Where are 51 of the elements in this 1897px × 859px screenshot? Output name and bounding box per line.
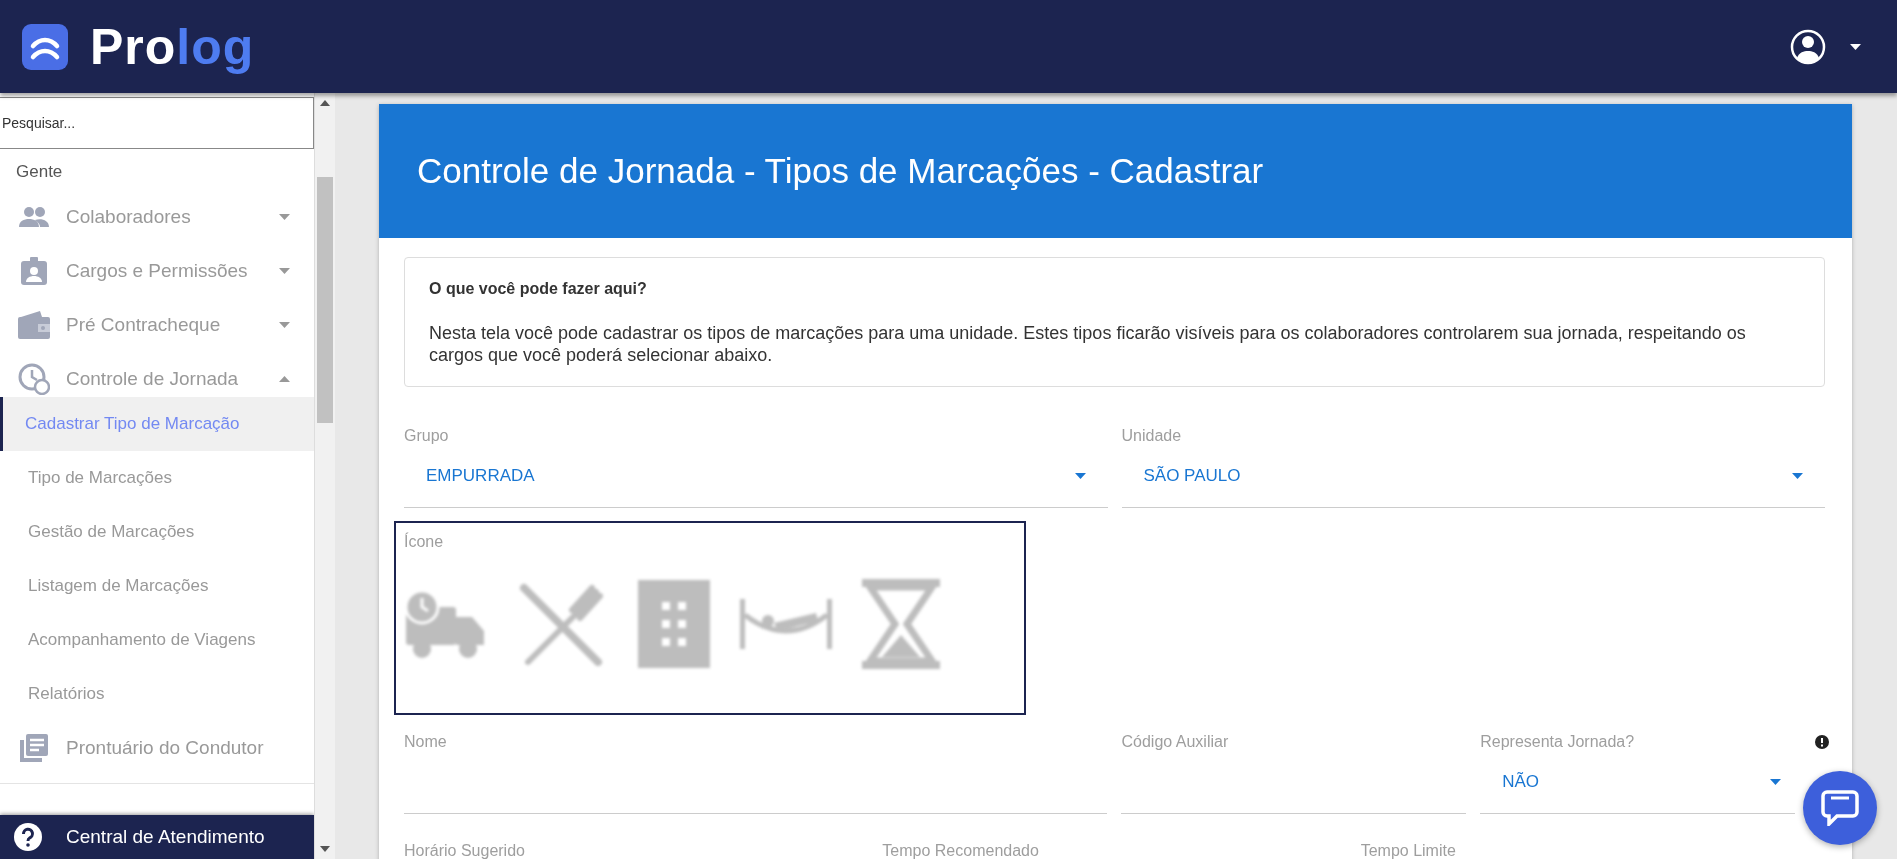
scroll-up-icon[interactable] <box>320 100 330 106</box>
info-icon[interactable] <box>1815 735 1829 749</box>
chat-button[interactable] <box>1803 771 1877 845</box>
clock-icon <box>18 363 50 395</box>
caret-icon <box>1770 779 1781 785</box>
hammock-icon[interactable] <box>740 599 832 649</box>
caret-icon <box>1074 473 1086 479</box>
field-label: Tempo Limite <box>1360 842 1456 859</box>
document-icon <box>20 734 48 762</box>
nav-item[interactable]: Colaboradores <box>0 190 314 244</box>
field-label: Horário Sugerido <box>404 842 525 859</box>
nav-subitem[interactable]: Gestão de Marcações <box>0 505 314 559</box>
select-field[interactable]: NÃO <box>1480 751 1795 814</box>
search-field[interactable]: Pesquisar... <box>0 97 314 149</box>
wallet-icon <box>18 311 50 339</box>
icon-picker[interactable]: Ícone <box>394 521 1026 715</box>
select-field[interactable]: EMPURRADA <box>404 445 1108 508</box>
logo-wordmark: Prolog <box>90 17 255 76</box>
field-label: Tempo Recomendado <box>882 842 1039 859</box>
nav-subitem[interactable]: Tipo de Marcações <box>0 451 314 505</box>
scroll-down-icon[interactable] <box>320 846 330 852</box>
caret-icon <box>1792 473 1803 479</box>
field-label: Representa Jornada? <box>1480 733 1635 751</box>
section-heading: Gente <box>15 161 64 183</box>
nav-subitem[interactable]: Relatórios <box>0 667 314 721</box>
field-label: Nome <box>404 733 447 751</box>
logo-icon <box>22 23 68 70</box>
user-avatar-icon[interactable] <box>1790 28 1826 65</box>
scrollbar-thumb[interactable] <box>317 177 333 423</box>
id-badge-icon <box>21 257 47 285</box>
field-label: Ícone <box>404 533 445 551</box>
chat-bubble-icon <box>1821 790 1859 826</box>
nav-subitem[interactable]: Acompanhamento de Viagens <box>0 613 314 667</box>
page-title: Controle de Jornada - Tipos de Marcações - Cadastrar <box>379 104 1852 238</box>
nav-item[interactable]: Cargos e Permissões <box>0 244 314 298</box>
field-label: Unidade <box>1121 427 1182 445</box>
caret-icon <box>1850 43 1861 50</box>
field-label: Grupo <box>404 427 449 445</box>
field-label: Código Auxiliar <box>1121 733 1229 751</box>
help-icon <box>14 823 42 851</box>
building-icon[interactable] <box>638 580 710 668</box>
nav-item[interactable]: Pré Contracheque <box>0 298 314 352</box>
nav-subitem[interactable]: Listagem de Marcações <box>0 559 314 613</box>
people-icon <box>19 206 49 228</box>
nav-item[interactable]: Prontuário do Condutor <box>0 721 314 775</box>
hourglass-icon[interactable] <box>862 579 940 669</box>
help-title: O que você pode fazer aqui? <box>429 280 648 298</box>
nav-subitem[interactable]: Cadastrar Tipo de Marcação <box>0 397 314 451</box>
help-center-button[interactable]: Central de Atendimento <box>0 815 314 859</box>
help-text: Nesta tela você pode cadastrar os tipos de marcações para uma unidade. Estes tipos ficarão visíveis para os colaboradores controlarem sua jornada, respeitando os cargos que você poderá selecionar abaixo. <box>429 322 1747 366</box>
select-field[interactable]: SÃO PAULO <box>1121 445 1825 508</box>
